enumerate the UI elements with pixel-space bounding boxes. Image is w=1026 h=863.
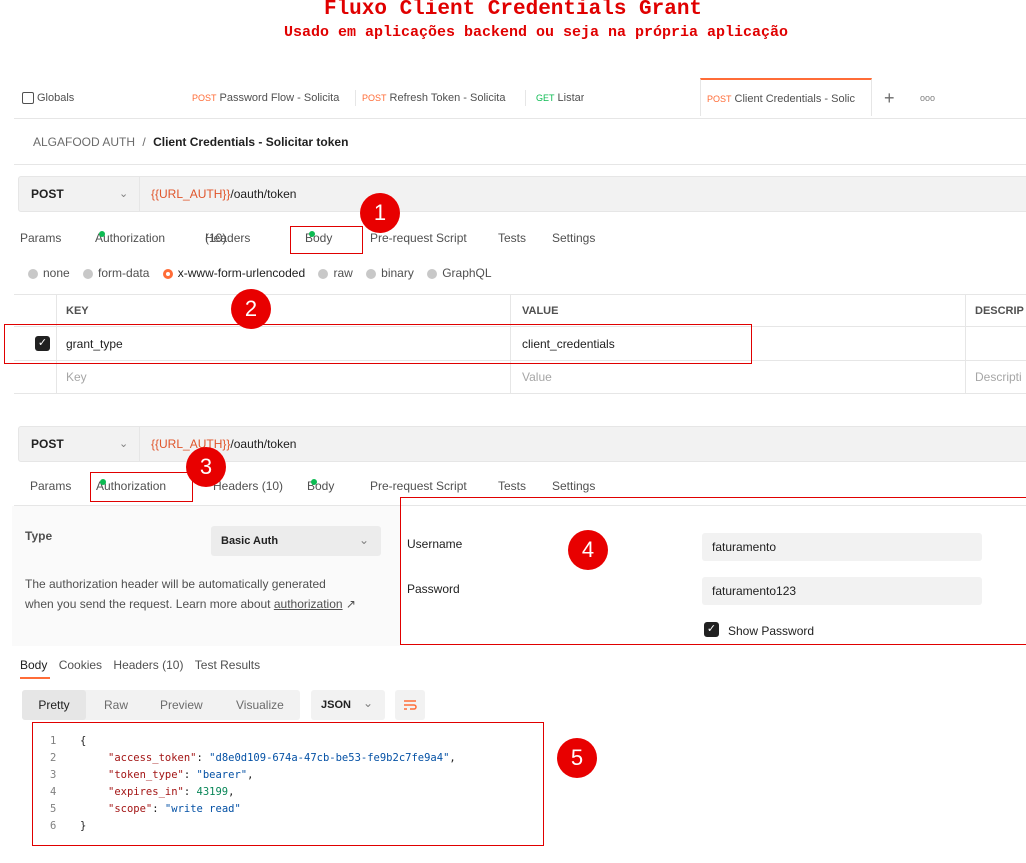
authorization-link[interactable]: authorization bbox=[274, 597, 343, 611]
breadcrumb: ALGAFOOD AUTH / Client Credentials - Sol… bbox=[33, 135, 349, 149]
new-desc-input[interactable]: Descripti bbox=[975, 370, 1022, 384]
radio-binary[interactable]: binary bbox=[366, 266, 414, 280]
radio-form-data[interactable]: form-data bbox=[83, 266, 149, 280]
col-value-header: VALUE bbox=[522, 305, 559, 317]
method-select-2[interactable]: POST bbox=[31, 427, 64, 461]
tab-password-flow[interactable]: POST Password Flow - Solicita bbox=[192, 78, 352, 118]
body-type-options: none form-data x-www-form-urlencoded raw… bbox=[28, 266, 492, 280]
chevron-down-icon: ⌄ bbox=[358, 533, 369, 547]
show-password-label: Show Password bbox=[728, 624, 815, 638]
radio-graphql[interactable]: GraphQL bbox=[427, 266, 492, 280]
url-input-2[interactable]: {{URL_AUTH}}/oauth/token bbox=[151, 427, 296, 461]
password-field[interactable]: faturamento123 bbox=[702, 577, 982, 605]
tab-tests[interactable]: Tests bbox=[498, 231, 526, 245]
badge-5: 5 bbox=[557, 738, 597, 778]
radio-raw[interactable]: raw bbox=[318, 266, 353, 280]
method-select-1[interactable]: POST bbox=[31, 177, 64, 211]
username-label: Username bbox=[407, 537, 463, 551]
tab-settings-2[interactable]: Settings bbox=[552, 479, 595, 493]
badge-4: 4 bbox=[568, 530, 608, 570]
view-mode-group: Pretty Raw Preview Visualize bbox=[22, 690, 300, 720]
breadcrumb-request: Client Credentials - Solicitar token bbox=[153, 135, 349, 149]
response-tab-body[interactable]: Body bbox=[20, 658, 47, 672]
highlight-grant-type-row bbox=[4, 324, 752, 364]
radio-urlencoded[interactable]: x-www-form-urlencoded bbox=[162, 266, 305, 280]
view-pretty-button[interactable]: Pretty bbox=[22, 690, 86, 720]
chevron-down-icon: ⌄ bbox=[363, 696, 374, 710]
breadcrumb-collection[interactable]: ALGAFOOD AUTH bbox=[33, 135, 135, 149]
auth-type-label: Type bbox=[25, 529, 53, 543]
response-tabs: Body Cookies Headers (10) Test Results bbox=[20, 658, 260, 672]
tab-params-2[interactable]: Params bbox=[30, 479, 71, 493]
col-desc-header: DESCRIP bbox=[975, 305, 1024, 317]
auth-description: The authorization header will be automat… bbox=[25, 577, 356, 611]
badge-1: 1 bbox=[360, 193, 400, 233]
view-preview-button[interactable]: Preview bbox=[160, 690, 203, 720]
response-tab-cookies[interactable]: Cookies bbox=[59, 658, 102, 672]
new-value-input[interactable]: Value bbox=[522, 370, 552, 384]
url-bar-2: POST ⌄ {{URL_AUTH}}/oauth/token bbox=[18, 426, 1026, 462]
page-subtitle: Usado em aplicações backend ou seja na p… bbox=[283, 24, 789, 41]
new-key-input[interactable]: Key bbox=[66, 370, 87, 384]
chevron-down-icon[interactable]: ⌄ bbox=[119, 177, 128, 211]
tab-tests-2[interactable]: Tests bbox=[498, 479, 526, 493]
add-tab-button[interactable]: + bbox=[884, 78, 895, 118]
show-password-checkbox[interactable]: ✓ bbox=[704, 622, 719, 637]
response-tab-headers[interactable]: Headers (10) bbox=[113, 658, 183, 672]
tab-listar[interactable]: GET Listar bbox=[536, 78, 584, 118]
tab-prerequest-2[interactable]: Pre-request Script bbox=[370, 479, 467, 493]
external-link-icon: ↗ bbox=[345, 597, 356, 611]
password-label: Password bbox=[407, 582, 460, 596]
highlight-authorization-tab bbox=[90, 472, 193, 502]
tab-headers-2[interactable]: Headers (10) bbox=[213, 479, 283, 493]
tab-params[interactable]: Params bbox=[20, 231, 61, 245]
view-visualize-button[interactable]: Visualize bbox=[236, 690, 284, 720]
format-select[interactable]: JSON ⌄ bbox=[311, 690, 385, 720]
auth-type-select[interactable]: Basic Auth ⌄ bbox=[211, 526, 381, 556]
badge-2: 2 bbox=[231, 289, 271, 329]
response-tab-tests[interactable]: Test Results bbox=[195, 658, 260, 672]
chevron-down-icon[interactable]: ⌄ bbox=[119, 427, 128, 461]
globals-icon bbox=[22, 92, 34, 105]
active-tab-indicator bbox=[20, 677, 50, 679]
tab-prerequest[interactable]: Pre-request Script bbox=[370, 231, 467, 245]
url-bar-1: POST ⌄ {{URL_AUTH}}/oauth/token bbox=[18, 176, 1026, 212]
tab-client-credentials[interactable]: POST Client Credentials - Solic bbox=[700, 78, 872, 116]
request-tab-bar: Globals POST Password Flow - Solicita POS… bbox=[14, 78, 1026, 119]
url-input-1[interactable]: {{URL_AUTH}}/oauth/token bbox=[151, 177, 296, 211]
radio-none[interactable]: none bbox=[28, 266, 70, 280]
view-raw-button[interactable]: Raw bbox=[104, 690, 128, 720]
highlight-response bbox=[32, 722, 544, 846]
highlight-body-tab bbox=[290, 226, 363, 254]
page-title: Fluxo Client Credentials Grant bbox=[323, 0, 703, 21]
tab-settings[interactable]: Settings bbox=[552, 231, 595, 245]
badge-3: 3 bbox=[186, 447, 226, 487]
globals-tab[interactable]: Globals bbox=[22, 78, 74, 118]
tab-refresh-token[interactable]: POST Refresh Token - Solicita bbox=[362, 78, 522, 118]
more-tabs-icon[interactable]: ooo bbox=[920, 78, 935, 118]
username-field[interactable]: faturamento bbox=[702, 533, 982, 561]
wrap-lines-icon[interactable] bbox=[395, 690, 425, 720]
col-key-header: KEY bbox=[66, 305, 89, 317]
